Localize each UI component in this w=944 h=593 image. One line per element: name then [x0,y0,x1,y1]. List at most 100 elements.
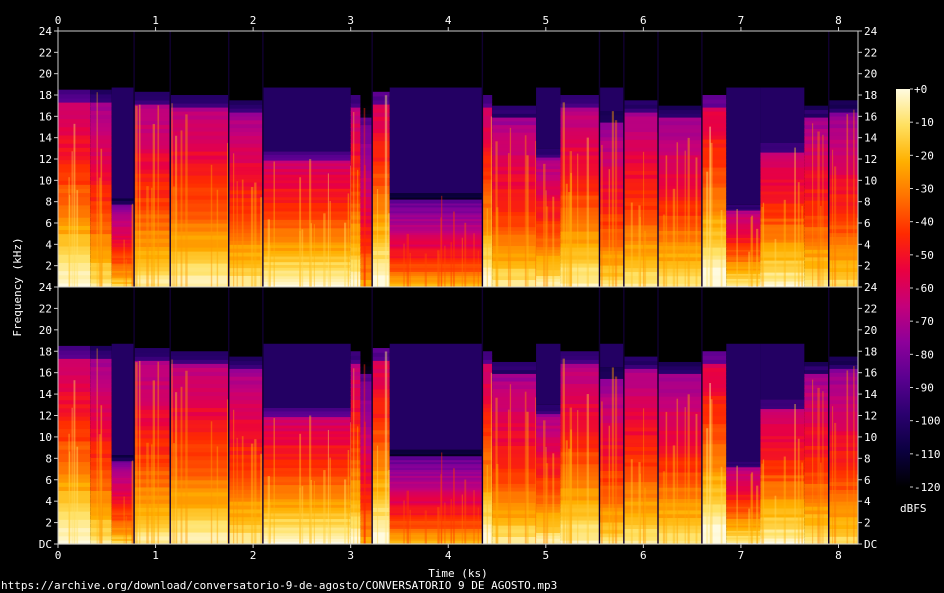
y-tick-label: 20 [864,68,877,81]
spectral-band [228,368,263,373]
spectral-band [804,230,829,235]
segment [701,95,727,288]
spectral-band [482,383,493,388]
spectral-band [350,111,361,116]
y-tick-label: 20 [39,68,52,81]
spectral-band [90,366,112,372]
spectral-band [623,123,658,129]
spectral-band [492,166,537,171]
texture-streak [71,151,73,287]
spectral-band [360,143,373,148]
spectral-band [350,275,361,280]
spectral-band [58,374,91,380]
spectral-band [599,184,624,189]
spectral-band [228,395,263,401]
y-tick-label: 6 [864,217,871,230]
spectral-band [350,419,361,425]
noise-floor [262,343,351,408]
spectral-band [701,535,727,541]
spectral-band [804,279,829,284]
segment [804,105,829,288]
y-tick-label: 10 [39,174,52,187]
spectral-band [599,265,624,270]
y-tick-label: 20 [864,324,877,337]
spectral-band [170,127,229,132]
spectral-band [658,207,702,213]
noise-floor [599,343,624,368]
spectral-band [492,392,537,397]
spectral-band [482,435,493,441]
spectral-band [170,483,229,489]
spectral-band [170,523,229,529]
texture-streak [695,413,698,544]
spectral-band [560,147,600,152]
spectral-band [170,175,229,180]
spectral-band [360,105,373,111]
spectral-band [170,395,229,401]
spectral-band [658,139,702,145]
spectral-band [658,411,702,416]
texture-streak [543,420,546,544]
spectral-band [599,166,624,171]
spectral-band [701,411,727,417]
y-tick-label: 8 [864,452,871,465]
spectral-band [350,411,361,417]
spectral-band [170,107,229,112]
texture-streak [687,394,690,544]
spectral-band [804,173,829,179]
spectral-band [90,110,112,115]
spectral-band [623,458,658,463]
x-tick-label: 3 [347,549,354,562]
spectral-band [560,395,600,401]
spectral-band [350,443,361,449]
segment [228,100,263,288]
x-tick-label: 0 [55,14,62,27]
spectral-band [350,463,361,469]
texture-streak [562,102,565,287]
x-tick-label: 7 [738,14,745,27]
spectral-band [492,151,537,156]
spectral-band [804,369,829,374]
texture-streak [69,194,71,287]
spectral-band [228,115,263,121]
spectral-band [492,154,537,160]
spectral-band [804,494,829,500]
texture-streak [846,114,849,287]
spectral-band [658,361,702,367]
section-divider [371,287,373,544]
spectral-band [701,367,727,372]
spectral-band [623,380,658,385]
spectral-band [360,487,373,492]
spectral-band [623,450,658,455]
spectral-band [170,427,229,433]
texture-streak [748,508,751,544]
spectral-band [658,173,702,179]
section-divider [371,31,373,287]
spectral-band [658,113,702,118]
spectral-band [350,255,361,260]
segment [262,343,352,545]
x-tick-label: 4 [445,549,452,562]
texture-streak [710,142,713,287]
spectral-band [599,367,624,372]
spectral-band [360,532,373,538]
spectral-band [492,468,537,473]
spectral-band [623,360,658,366]
spectral-band [623,383,658,389]
spectral-band [350,175,361,180]
spectral-band [492,517,537,522]
spectral-band [170,379,229,384]
spectral-band [560,115,600,120]
spectral-band [170,423,229,429]
spectral-band [492,361,537,367]
spectral-band [482,359,493,364]
spectral-band [58,358,91,364]
spectral-band [658,426,702,431]
spectral-band [492,207,537,213]
y-tick-label: 24 [39,281,53,294]
spectral-band [389,449,483,453]
spectral-band [701,235,727,240]
spectral-band [170,383,229,388]
y-tick-label: 8 [864,196,871,209]
noise-floor [262,87,351,152]
